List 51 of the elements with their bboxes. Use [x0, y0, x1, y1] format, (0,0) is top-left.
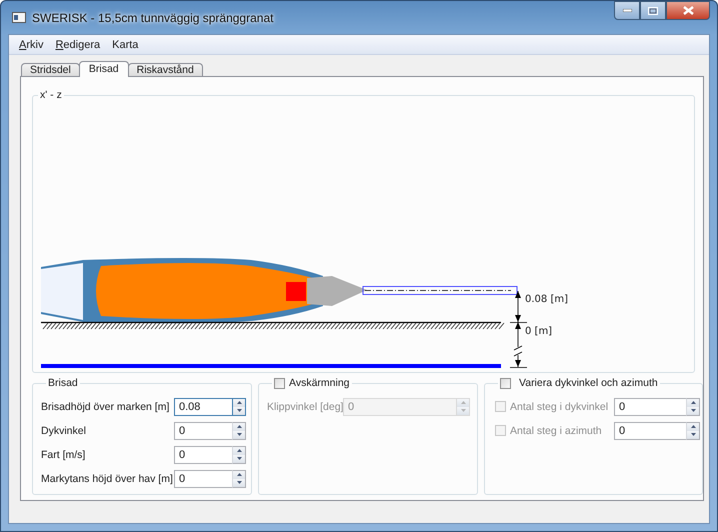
close-icon: [682, 6, 694, 15]
close-button[interactable]: [666, 1, 710, 20]
down-arrow-icon: [690, 433, 696, 436]
spin-field[interactable]: 0.08: [174, 398, 232, 416]
maximize-button[interactable]: [640, 1, 666, 20]
spin-field[interactable]: 0: [174, 446, 232, 464]
down-arrow-icon: [236, 457, 242, 460]
up-arrow-icon: [460, 401, 466, 404]
up-arrow-icon: [236, 449, 242, 452]
menu-item[interactable]: Arkiv: [13, 38, 50, 50]
checkbox[interactable]: [500, 378, 511, 388]
up-arrow-icon: [236, 473, 242, 476]
menu-item[interactable]: Redigera: [49, 38, 106, 50]
checkbox[interactable]: [274, 378, 285, 388]
tab[interactable]: Stridsdel: [21, 63, 80, 76]
group-title: x' - z: [40, 89, 62, 101]
dimension-label: 0 [m]: [525, 326, 552, 337]
checkbox-label[interactable]: Variera dykvinkel och azimuth: [519, 377, 658, 389]
down-arrow-icon: [236, 481, 242, 484]
field-label: Fart [m/s]: [41, 448, 86, 460]
tab[interactable]: Riskavstånd: [128, 63, 203, 76]
menu-item[interactable]: Karta: [106, 38, 144, 50]
dimension-label: 0.08 [m]: [525, 294, 568, 305]
spin-up-button[interactable]: [687, 422, 699, 430]
window-title: SWERISK - 15,5cm tunnväggig spränggranat: [32, 10, 274, 24]
down-arrow-icon: [460, 409, 466, 412]
minimize-button[interactable]: [614, 1, 640, 20]
spin-field[interactable]: 0: [174, 422, 232, 440]
spin-field[interactable]: 0: [174, 470, 232, 488]
down-arrow-icon: [236, 433, 242, 436]
spin-up-button[interactable]: [233, 422, 245, 430]
spin-up-button[interactable]: [233, 398, 245, 406]
tab[interactable]: Brisad: [78, 61, 129, 77]
field-label: Markytans höjd över hav [m]: [41, 472, 174, 484]
field-label: Klippvinkel [deg]: [267, 400, 343, 412]
field-label: Dykvinkel: [41, 424, 87, 436]
down-arrow-icon: [236, 409, 242, 412]
app-icon: [12, 12, 26, 23]
spin-up-button[interactable]: [233, 470, 245, 478]
maximize-icon: [648, 6, 658, 14]
up-arrow-icon: [236, 425, 242, 428]
group-title: Brisad: [48, 377, 78, 389]
field-label: Brisadhöjd över marken [m]: [41, 400, 170, 412]
spin-up-button[interactable]: [233, 446, 245, 454]
up-arrow-icon: [690, 425, 696, 428]
up-arrow-icon: [690, 401, 696, 404]
down-arrow-icon: [690, 409, 696, 412]
spin-up-button[interactable]: [687, 398, 699, 406]
checkbox-label[interactable]: Avskärmning: [289, 377, 350, 389]
up-arrow-icon: [236, 401, 242, 404]
minimize-icon: [622, 9, 632, 12]
